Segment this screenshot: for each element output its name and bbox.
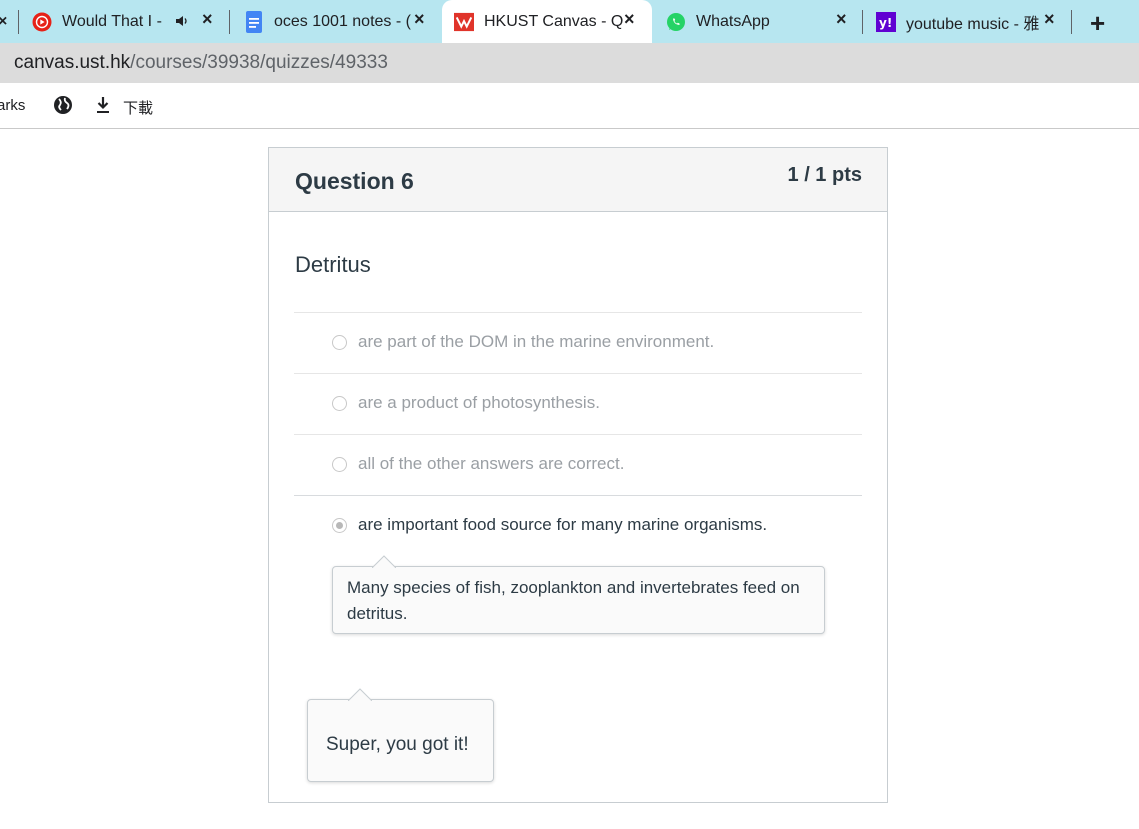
tab-title: oces 1001 notes - ( bbox=[274, 12, 411, 30]
radio-button[interactable] bbox=[332, 457, 347, 472]
tab-youtube-music-search[interactable]: y! youtube music - 雅 × bbox=[876, 0, 1066, 43]
bookmarks-label[interactable]: arks bbox=[0, 97, 25, 114]
address-bar[interactable]: canvas.ust.hk/courses/39938/quizzes/4933… bbox=[0, 43, 1139, 83]
tab-separator bbox=[229, 10, 230, 34]
bookmark-download-label[interactable]: 下載 bbox=[123, 97, 153, 118]
close-icon[interactable]: × bbox=[624, 9, 635, 30]
tab-strip: × Would That I - × oces 1001 notes - ( ×… bbox=[0, 0, 1139, 43]
answer-option-selected[interactable]: are important food source for many marin… bbox=[294, 495, 862, 556]
close-icon[interactable]: × bbox=[202, 9, 213, 30]
answer-option[interactable]: are a product of photosynthesis. bbox=[294, 373, 862, 434]
question-title: Question 6 bbox=[295, 168, 414, 194]
whatsapp-icon bbox=[666, 12, 686, 32]
url-text[interactable]: canvas.ust.hk/courses/39938/quizzes/4933… bbox=[14, 52, 388, 74]
answer-text: all of the other answers are correct. bbox=[358, 454, 625, 473]
answer-option[interactable]: all of the other answers are correct. bbox=[294, 434, 862, 495]
speaker-icon[interactable] bbox=[174, 13, 190, 34]
radio-button-checked[interactable] bbox=[332, 518, 347, 533]
answer-option[interactable]: are part of the DOM in the marine enviro… bbox=[294, 312, 862, 373]
tab-oces-notes[interactable]: oces 1001 notes - ( × bbox=[244, 0, 440, 43]
tab-title: Would That I - bbox=[62, 12, 162, 30]
tab-would-that-i[interactable]: Would That I - × bbox=[32, 0, 222, 43]
answer-text: are important food source for many marin… bbox=[358, 515, 768, 534]
url-path: /courses/39938/quizzes/49333 bbox=[130, 52, 388, 73]
correct-feedback-text: Super, you got it! bbox=[326, 734, 469, 755]
url-domain: canvas.ust.hk bbox=[14, 52, 131, 73]
question-card: Question 6 1 / 1 pts Detritus are part o… bbox=[268, 147, 888, 803]
tab-title: HKUST Canvas - Q bbox=[484, 12, 624, 30]
globe-icon[interactable] bbox=[53, 95, 73, 120]
close-icon[interactable]: × bbox=[414, 9, 425, 30]
question-points: 1 / 1 pts bbox=[787, 164, 862, 186]
tab-title: WhatsApp bbox=[696, 12, 770, 30]
close-icon[interactable]: × bbox=[836, 9, 847, 30]
yahoo-icon: y! bbox=[876, 11, 896, 32]
radio-button[interactable] bbox=[332, 335, 347, 350]
close-icon[interactable]: × bbox=[1044, 9, 1055, 30]
radio-button[interactable] bbox=[332, 396, 347, 411]
new-tab-plus-icon[interactable]: + bbox=[1090, 8, 1105, 39]
answer-comment-text: Many species of fish, zooplankton and in… bbox=[347, 578, 800, 623]
download-icon[interactable] bbox=[95, 96, 111, 119]
tab-separator bbox=[1071, 10, 1072, 34]
answer-text: are a product of photosynthesis. bbox=[358, 393, 600, 412]
tab-close-partial-icon[interactable]: × bbox=[0, 0, 7, 43]
comment-arrow bbox=[372, 555, 396, 568]
correct-feedback: Super, you got it! bbox=[307, 688, 494, 782]
answer-text: are part of the DOM in the marine enviro… bbox=[358, 332, 715, 351]
feedback-arrow bbox=[348, 688, 372, 701]
svg-text:y!: y! bbox=[879, 16, 892, 30]
tab-whatsapp[interactable]: WhatsApp × bbox=[666, 0, 862, 43]
google-docs-icon bbox=[244, 10, 264, 33]
bookmarks-bar: arks 下載 bbox=[0, 83, 1139, 129]
tab-hkust-canvas[interactable]: HKUST Canvas - Q × bbox=[442, 0, 652, 43]
tab-title: youtube music - 雅 bbox=[906, 15, 1040, 33]
tab-separator bbox=[862, 10, 863, 34]
tab-separator bbox=[18, 10, 19, 34]
answer-comment: Many species of fish, zooplankton and in… bbox=[332, 555, 825, 634]
question-header: Question 6 1 / 1 pts bbox=[269, 148, 887, 212]
canvas-icon bbox=[454, 12, 474, 32]
question-text: Detritus bbox=[295, 252, 371, 277]
youtube-music-icon bbox=[32, 12, 52, 32]
